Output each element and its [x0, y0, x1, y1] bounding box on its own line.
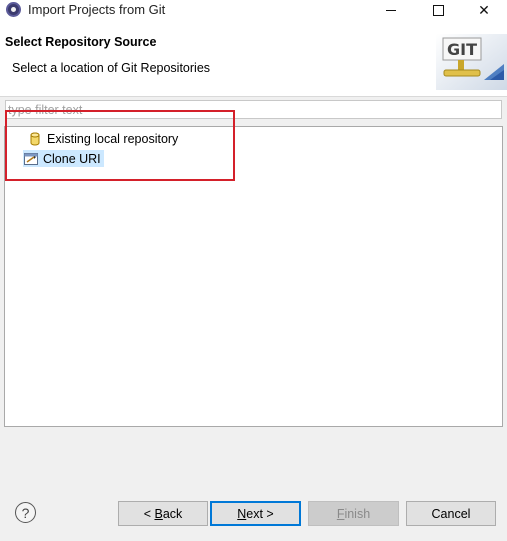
import-dialog: Import Projects from Git ✕ Select Reposi… [0, 0, 507, 541]
next-button[interactable]: Next > [210, 501, 301, 526]
finish-label-rest: inish [344, 506, 371, 521]
tree-item-existing-local-repository[interactable]: Existing local repository [27, 130, 181, 147]
finish-mnemonic: F [336, 506, 345, 521]
filter-input[interactable] [5, 100, 502, 119]
wizard-header: Select Repository Source Select a locati… [0, 20, 507, 97]
close-icon: ✕ [478, 1, 490, 18]
maximize-button[interactable] [415, 0, 461, 20]
page-description: Select a location of Git Repositories [12, 61, 211, 75]
minimize-button[interactable] [368, 0, 414, 20]
cancel-button[interactable]: Cancel [406, 501, 496, 526]
tree-item-label: Clone URI [43, 151, 101, 166]
back-button[interactable]: < Back [118, 501, 208, 526]
maximize-icon [432, 4, 444, 16]
repository-cylinder-icon [30, 132, 40, 145]
tree-item-clone-uri[interactable]: Clone URI [23, 150, 104, 167]
close-button[interactable]: ✕ [461, 0, 507, 20]
help-button[interactable]: ? [15, 502, 36, 523]
cancel-label: Cancel [431, 506, 471, 521]
git-logo-icon: GIT [436, 34, 507, 90]
tree-item-label: Existing local repository [47, 131, 179, 146]
repository-source-tree[interactable]: Existing local repository Clone URI [4, 126, 503, 427]
next-label-rest: ext > [246, 506, 274, 521]
help-icon: ? [21, 504, 30, 521]
git-logo-text: GIT [447, 40, 477, 59]
page-title: Select Repository Source [5, 35, 157, 49]
title-bar: Import Projects from Git ✕ [0, 0, 507, 20]
next-mnemonic: N [237, 506, 247, 521]
back-label-rest: ack [162, 506, 183, 521]
back-mnemonic: B [154, 506, 163, 521]
eclipse-app-icon [6, 2, 21, 17]
finish-button[interactable]: Finish [308, 501, 399, 526]
back-prefix: < [143, 506, 155, 521]
minimize-icon [386, 9, 396, 11]
window-title: Import Projects from Git [28, 2, 166, 17]
clone-uri-icon [24, 152, 38, 165]
